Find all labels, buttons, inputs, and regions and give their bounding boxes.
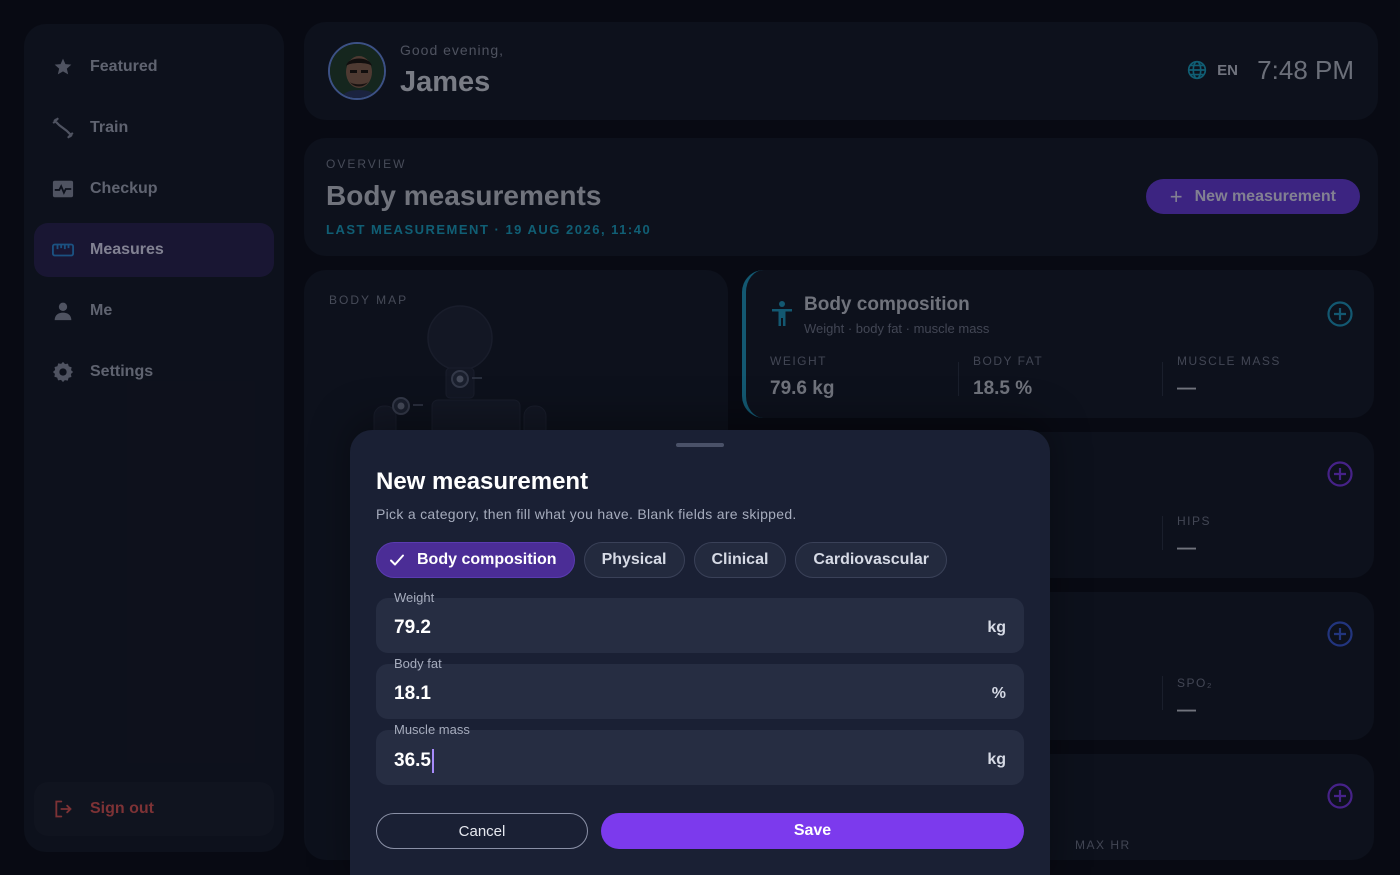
category-chips: Body composition Physical Clinical Cardi… xyxy=(376,542,956,578)
field-unit: % xyxy=(991,685,1006,702)
field-label: Muscle mass xyxy=(394,722,470,737)
weight-field[interactable]: Weight 79.2 kg xyxy=(376,590,1024,653)
chip-body-composition[interactable]: Body composition xyxy=(376,542,575,578)
chip-label: Body composition xyxy=(417,551,557,568)
check-icon xyxy=(389,552,405,568)
new-measurement-sheet: New measurement Pick a category, then fi… xyxy=(350,430,1050,875)
modal-subtitle: Pick a category, then fill what you have… xyxy=(376,506,797,522)
body-fat-field[interactable]: Body fat 18.1 % xyxy=(376,656,1024,719)
muscle-mass-field[interactable]: Muscle mass 36.5 kg xyxy=(376,722,1024,785)
chip-label: Cardiovascular xyxy=(813,551,930,568)
chip-label: Clinical xyxy=(711,551,769,568)
modal-title: New measurement xyxy=(376,468,589,495)
field-unit: kg xyxy=(987,619,1006,636)
weight-input[interactable]: 79.2 xyxy=(394,617,914,639)
cancel-button[interactable]: Cancel xyxy=(376,813,588,849)
field-label: Weight xyxy=(394,590,435,605)
muscle-mass-input-wrap[interactable]: 36.5 xyxy=(394,749,914,773)
text-caret xyxy=(431,749,434,773)
chip-cardiovascular[interactable]: Cardiovascular xyxy=(795,542,948,578)
chip-label: Physical xyxy=(601,551,667,568)
chip-clinical[interactable]: Clinical xyxy=(693,542,787,578)
field-label: Body fat xyxy=(394,656,442,671)
muscle-mass-input[interactable]: 36.5 xyxy=(394,750,431,771)
field-unit: kg xyxy=(987,751,1006,768)
body-fat-input[interactable]: 18.1 xyxy=(394,683,914,705)
chip-physical[interactable]: Physical xyxy=(583,542,685,578)
save-button[interactable]: Save xyxy=(601,813,1024,849)
drag-handle[interactable] xyxy=(676,443,724,447)
